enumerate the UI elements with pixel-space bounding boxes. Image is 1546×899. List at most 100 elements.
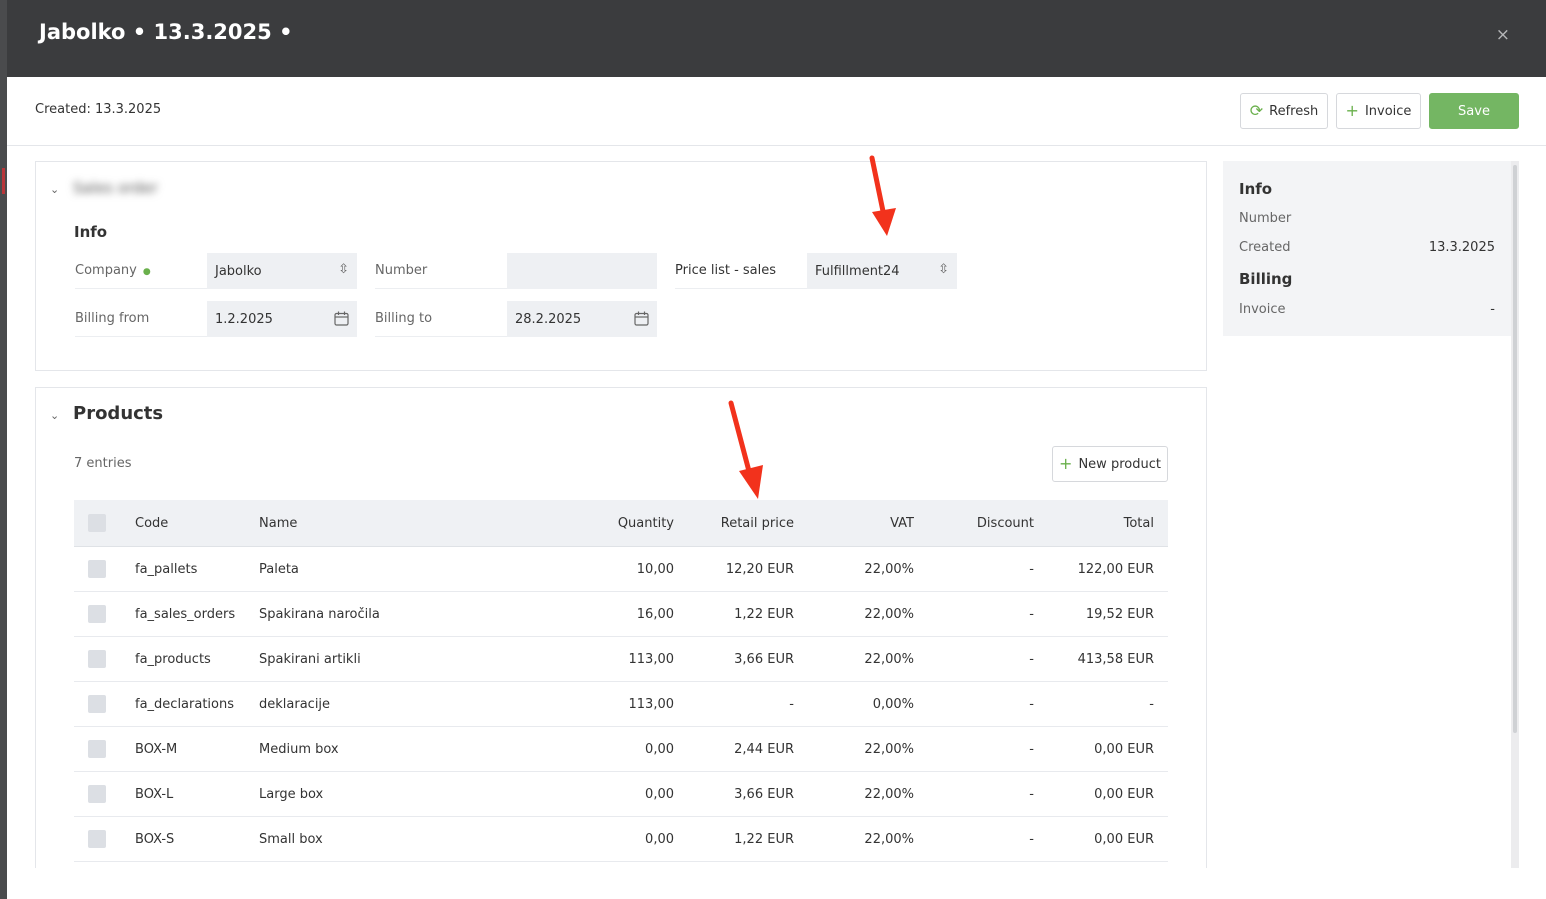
billing-from-value: 1.2.2025: [215, 311, 273, 327]
code-cell: fa_products: [135, 636, 259, 682]
refresh-icon: ⟳: [1249, 101, 1264, 120]
field-underline: [675, 288, 807, 289]
table-row[interactable]: fa_products Spakirani artikli 113,00 3,6…: [74, 636, 1168, 682]
discount-cell: -: [928, 546, 1048, 592]
vat-cell: 22,00%: [808, 726, 928, 772]
retail-price-cell: 1,22 EUR: [688, 816, 808, 862]
quantity-cell: 0,00: [569, 771, 688, 817]
table-row[interactable]: BOX-S Small box 0,00 1,22 EUR 22,00% - 0…: [74, 816, 1168, 862]
plus-icon: +: [1059, 454, 1073, 473]
code-cell: fa_pallets: [135, 546, 259, 592]
total-cell: -: [1048, 681, 1168, 727]
total-cell: 413,58 EUR: [1048, 636, 1168, 682]
row-checkbox[interactable]: [88, 830, 106, 848]
column-header-total[interactable]: Total: [1048, 500, 1168, 547]
new-product-label: New product: [1078, 456, 1161, 472]
number-label: Number: [375, 263, 428, 278]
background-window-edge: [0, 0, 7, 899]
billing-to-label: Billing to: [375, 311, 433, 326]
quantity-cell: 113,00: [569, 636, 688, 682]
refresh-button-label: Refresh: [1269, 103, 1319, 119]
refresh-button[interactable]: ⟳ Refresh: [1240, 93, 1328, 129]
company-label: Company ●: [75, 263, 151, 278]
vat-cell: 22,00%: [808, 771, 928, 817]
side-invoice-value: -: [1490, 302, 1495, 317]
column-header-code[interactable]: Code: [135, 500, 259, 547]
code-cell: fa_declarations: [135, 681, 259, 727]
retail-price-cell: 3,66 EUR: [688, 771, 808, 817]
row-select-cell: [74, 681, 135, 727]
vat-cell: 22,00%: [808, 636, 928, 682]
total-cell: 0,00 EUR: [1048, 771, 1168, 817]
row-checkbox[interactable]: [88, 695, 106, 713]
save-button[interactable]: Save: [1429, 93, 1519, 129]
row-checkbox[interactable]: [88, 560, 106, 578]
select-all-checkbox[interactable]: [88, 514, 106, 532]
table-row[interactable]: fa_pallets Paleta 10,00 12,20 EUR 22,00%…: [74, 546, 1168, 592]
table-row[interactable]: BOX-M Medium box 0,00 2,44 EUR 22,00% - …: [74, 726, 1168, 772]
entries-count: 7 entries: [74, 456, 132, 471]
scrollbar-thumb[interactable]: [1513, 165, 1517, 733]
column-header-retail-price[interactable]: Retail price: [688, 500, 808, 547]
row-select-cell: [74, 726, 135, 772]
chevron-down-icon[interactable]: ⌄: [50, 183, 59, 196]
select-arrows-icon: ⇳: [338, 262, 349, 277]
price-list-select[interactable]: Fulfillment24 ⇳: [807, 253, 957, 289]
quantity-cell: 10,00: [569, 546, 688, 592]
retail-price-cell: 12,20 EUR: [688, 546, 808, 592]
row-checkbox[interactable]: [88, 740, 106, 758]
side-number-label: Number: [1239, 211, 1292, 226]
created-date-text: Created: 13.3.2025: [35, 102, 162, 117]
calendar-icon: [634, 311, 649, 326]
modal-title: Jabolko • 13.3.2025 •: [39, 20, 293, 44]
close-icon[interactable]: ×: [1496, 25, 1510, 45]
column-header-name[interactable]: Name: [259, 500, 569, 547]
code-cell: BOX-S: [135, 816, 259, 862]
table-row[interactable]: BOX-L Large box 0,00 3,66 EUR 22,00% - 0…: [74, 771, 1168, 817]
billing-from-date-field[interactable]: 1.2.2025: [207, 301, 357, 337]
row-checkbox[interactable]: [88, 605, 106, 623]
billing-to-date-field[interactable]: 28.2.2025: [507, 301, 657, 337]
total-cell: 122,00 EUR: [1048, 546, 1168, 592]
new-product-button[interactable]: + New product: [1052, 446, 1168, 482]
column-header-vat[interactable]: VAT: [808, 500, 928, 547]
info-subheading: Info: [74, 223, 108, 241]
table-row[interactable]: fa_declarations deklaracije 113,00 - 0,0…: [74, 681, 1168, 727]
quantity-cell: 0,00: [569, 816, 688, 862]
column-header-discount[interactable]: Discount: [928, 500, 1048, 547]
side-info-heading: Info: [1239, 180, 1273, 198]
row-select-cell: [74, 546, 135, 592]
discount-cell: -: [928, 636, 1048, 682]
total-cell: 0,00 EUR: [1048, 726, 1168, 772]
column-header-quantity[interactable]: Quantity: [569, 500, 688, 547]
company-select[interactable]: Jabolko ⇳: [207, 253, 357, 289]
billing-to-value: 28.2.2025: [515, 311, 582, 327]
row-select-cell: [74, 816, 135, 862]
name-cell: Medium box: [259, 726, 569, 772]
side-invoice-label: Invoice: [1239, 302, 1286, 317]
code-cell: BOX-M: [135, 726, 259, 772]
quantity-cell: 16,00: [569, 591, 688, 637]
name-cell: Spakirana naročila: [259, 591, 569, 637]
side-created-value: 13.3.2025: [1428, 240, 1495, 255]
discount-cell: -: [928, 771, 1048, 817]
row-checkbox[interactable]: [88, 650, 106, 668]
vat-cell: 22,00%: [808, 546, 928, 592]
background-accent-mark: [2, 168, 5, 194]
vat-cell: 22,00%: [808, 816, 928, 862]
row-checkbox[interactable]: [88, 785, 106, 803]
number-input[interactable]: [507, 253, 657, 289]
company-select-value: Jabolko: [215, 263, 262, 279]
retail-price-cell: 3,66 EUR: [688, 636, 808, 682]
side-billing-heading: Billing: [1239, 270, 1293, 288]
vat-cell: 0,00%: [808, 681, 928, 727]
name-cell: deklaracije: [259, 681, 569, 727]
toolbar-divider: [7, 145, 1546, 146]
info-side-panel: Info Number Created 13.3.2025 Billing In…: [1223, 161, 1511, 336]
side-created-label: Created: [1239, 240, 1291, 255]
invoice-button[interactable]: + Invoice: [1336, 93, 1421, 129]
chevron-down-icon[interactable]: ⌄: [50, 409, 59, 422]
retail-price-cell: -: [688, 681, 808, 727]
table-row[interactable]: fa_sales_orders Spakirana naročila 16,00…: [74, 591, 1168, 637]
total-cell: 19,52 EUR: [1048, 591, 1168, 637]
